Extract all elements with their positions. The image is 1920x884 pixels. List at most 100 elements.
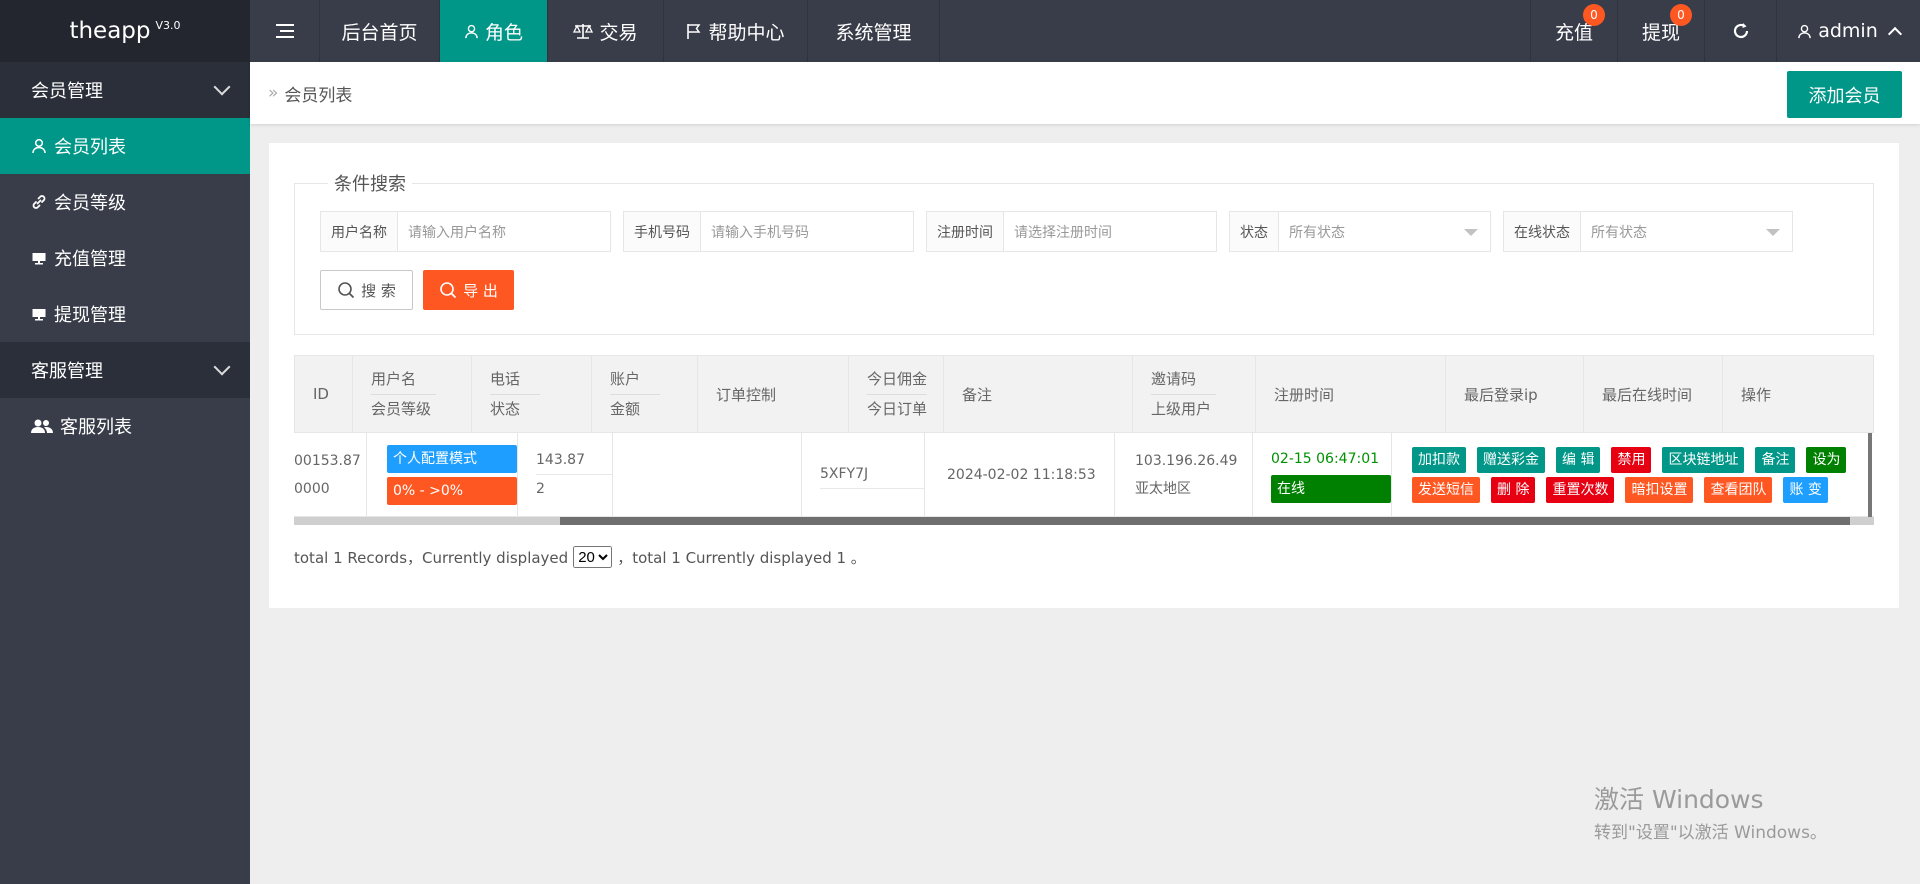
chevron-down-icon bbox=[213, 358, 231, 376]
regtime-input[interactable]: 请选择注册时间 bbox=[1004, 212, 1216, 251]
th-invite-parent: 邀请码 上级用户 bbox=[1133, 356, 1256, 432]
th-account: 账户 bbox=[610, 365, 661, 395]
th-today-orders: 今日订单 bbox=[867, 399, 928, 418]
status-select[interactable]: 所有状态 bbox=[1279, 212, 1490, 251]
sidebar-item-withdraw[interactable]: 提现管理 bbox=[0, 286, 250, 342]
sidebar-group-member[interactable]: 会员管理 bbox=[0, 62, 250, 118]
disable-button[interactable]: 禁用 bbox=[1611, 446, 1652, 473]
sidebar-group-label: 会员管理 bbox=[31, 81, 103, 102]
blockchain-address-button[interactable]: 区块链地址 bbox=[1662, 446, 1745, 473]
scrollbar-thumb[interactable] bbox=[560, 517, 1850, 525]
set-as-button[interactable]: 设为 bbox=[1806, 446, 1847, 473]
td-empty bbox=[613, 433, 802, 516]
export-button[interactable]: 导 出 bbox=[423, 270, 514, 310]
th-parent-user: 上级用户 bbox=[1151, 399, 1212, 418]
phone-input[interactable]: 请输入手机号码 bbox=[701, 212, 913, 251]
username-input[interactable]: 请输入用户名称 bbox=[398, 212, 610, 251]
withdraw-badge: 0 bbox=[1670, 4, 1692, 26]
breadcrumb-bar: » 会员列表 添加会员 bbox=[250, 62, 1920, 124]
remark-button[interactable]: 备注 bbox=[1755, 446, 1796, 473]
edit-button[interactable]: 编 辑 bbox=[1556, 446, 1601, 473]
balance-b: 0000 bbox=[294, 480, 330, 497]
nav-help[interactable]: 帮助中心 bbox=[664, 0, 808, 62]
vertical-scrollbar[interactable] bbox=[1868, 433, 1872, 517]
export-button-label: 导 出 bbox=[463, 281, 498, 300]
refresh-button[interactable] bbox=[1704, 0, 1776, 62]
delete-button[interactable]: 删 除 bbox=[1491, 476, 1536, 503]
send-sms-button[interactable]: 发送短信 bbox=[1412, 476, 1480, 503]
search-button[interactable]: 搜 索 bbox=[320, 270, 413, 310]
dropdown-arrow-icon bbox=[1766, 229, 1780, 236]
search-fieldset: 条件搜索 用户名称 请输入用户名称 手机号码 请输入手机号码 注册时间 请选择注… bbox=[294, 170, 1874, 335]
sidebar-item-recharge[interactable]: 充值管理 bbox=[0, 230, 250, 286]
sidebar-group-service[interactable]: 客服管理 bbox=[0, 342, 250, 398]
app-logo[interactable]: theapp V3.0 bbox=[0, 0, 250, 62]
th-id: ID bbox=[295, 356, 353, 432]
pager-prefix: total 1 Records，Currently displayed bbox=[294, 548, 569, 567]
config-mode-tag[interactable]: 个人配置模式 bbox=[387, 444, 517, 473]
online-label: 在线状态 bbox=[1504, 212, 1581, 251]
status-filter: 状态 所有状态 bbox=[1229, 211, 1491, 252]
online-select-value: 所有状态 bbox=[1591, 224, 1647, 241]
watermark-subtitle: 转到"设置"以激活 Windows。 bbox=[1594, 823, 1827, 843]
td-balance-a: 00153.87 0000 bbox=[294, 433, 367, 516]
online-filter: 在线状态 所有状态 bbox=[1503, 211, 1793, 252]
member-table: ID 用户名 会员等级 电话 状态 账户 金额 订单控制 今日佣金 今日订单 备… bbox=[294, 355, 1874, 525]
account-change-button[interactable]: 账 变 bbox=[1783, 476, 1828, 503]
users-icon bbox=[31, 419, 53, 433]
sidebar-item-service-list[interactable]: 客服列表 bbox=[0, 398, 250, 454]
view-team-button[interactable]: 查看团队 bbox=[1704, 476, 1773, 503]
th-level: 会员等级 bbox=[371, 399, 432, 418]
breadcrumb-current: 会员列表 bbox=[284, 85, 353, 106]
nav-role[interactable]: 角色 bbox=[440, 0, 548, 62]
th-phone: 电话 bbox=[490, 365, 541, 395]
sidebar-item-label: 客服列表 bbox=[60, 417, 132, 438]
breadcrumb: » 会员列表 bbox=[268, 81, 352, 106]
th-actions: 操作 bbox=[1741, 385, 1772, 404]
value-2: 2 bbox=[536, 481, 545, 497]
add-member-button[interactable]: 添加会员 bbox=[1787, 71, 1902, 118]
range-tag[interactable]: 0% - >0% bbox=[387, 476, 517, 505]
sidebar-item-label: 会员列表 bbox=[54, 137, 126, 158]
gift-bonus-button[interactable]: 赠送彩金 bbox=[1477, 446, 1545, 473]
menu-toggle-button[interactable] bbox=[250, 0, 320, 62]
scale-icon bbox=[573, 24, 594, 39]
user-name: admin bbox=[1818, 20, 1878, 42]
td-actions: 加扣款 赠送彩金 编 辑 禁用 区块链地址 备注 设为 发送短信 删 除 重置次… bbox=[1392, 433, 1874, 516]
horizontal-scrollbar[interactable] bbox=[294, 517, 1874, 525]
page-size-select[interactable]: 20 bbox=[573, 546, 613, 568]
nav-home[interactable]: 后台首页 bbox=[320, 0, 440, 62]
dropdown-arrow-icon bbox=[1464, 229, 1478, 236]
status-select-value: 所有状态 bbox=[1289, 224, 1345, 241]
sidebar-item-member-list[interactable]: 会员列表 bbox=[0, 118, 250, 174]
adjust-balance-button[interactable]: 加扣款 bbox=[1412, 446, 1466, 473]
chevron-down-icon bbox=[213, 78, 231, 96]
withdraw-button[interactable]: 提现 0 bbox=[1617, 0, 1704, 62]
hidden-deduct-button[interactable]: 暗扣设置 bbox=[1625, 476, 1694, 503]
th-account-balance: 账户 金额 bbox=[592, 356, 698, 432]
app-version: V3.0 bbox=[155, 18, 181, 32]
sidebar-item-member-level[interactable]: 会员等级 bbox=[0, 174, 250, 230]
nav-label: 交易 bbox=[599, 21, 638, 44]
regtime-label: 注册时间 bbox=[927, 212, 1004, 251]
windows-watermark: 激活 Windows 转到"设置"以激活 Windows。 bbox=[1594, 780, 1827, 843]
main-card: 条件搜索 用户名称 请输入用户名称 手机号码 请输入手机号码 注册时间 请选择注… bbox=[269, 143, 1899, 608]
user-icon bbox=[465, 24, 478, 38]
nav-trade[interactable]: 交易 bbox=[548, 0, 664, 62]
recharge-button[interactable]: 充值 0 bbox=[1530, 0, 1617, 62]
th-invite-code: 邀请码 bbox=[1151, 365, 1217, 395]
phone-filter: 手机号码 请输入手机号码 bbox=[623, 211, 914, 252]
reset-count-button[interactable]: 重置次数 bbox=[1546, 476, 1615, 503]
user-menu[interactable]: admin bbox=[1776, 0, 1920, 62]
top-navbar: 后台首页 角色 交易 帮助中心 系统管理 充值 0 提现 0 admin bbox=[250, 0, 1920, 62]
refresh-icon bbox=[1733, 23, 1748, 39]
nav-label: 帮助中心 bbox=[708, 21, 785, 44]
phone-label: 手机号码 bbox=[624, 212, 701, 251]
td-values: 143.87 2 bbox=[518, 433, 613, 516]
user-icon bbox=[32, 138, 46, 154]
online-select[interactable]: 所有状态 bbox=[1581, 212, 1792, 251]
reg-time: 2024-02-02 11:18:53 bbox=[947, 466, 1096, 483]
th-order-control: 订单控制 bbox=[698, 356, 849, 432]
td-config: 个人配置模式 0% - >0% bbox=[367, 433, 518, 516]
nav-system[interactable]: 系统管理 bbox=[808, 0, 940, 62]
